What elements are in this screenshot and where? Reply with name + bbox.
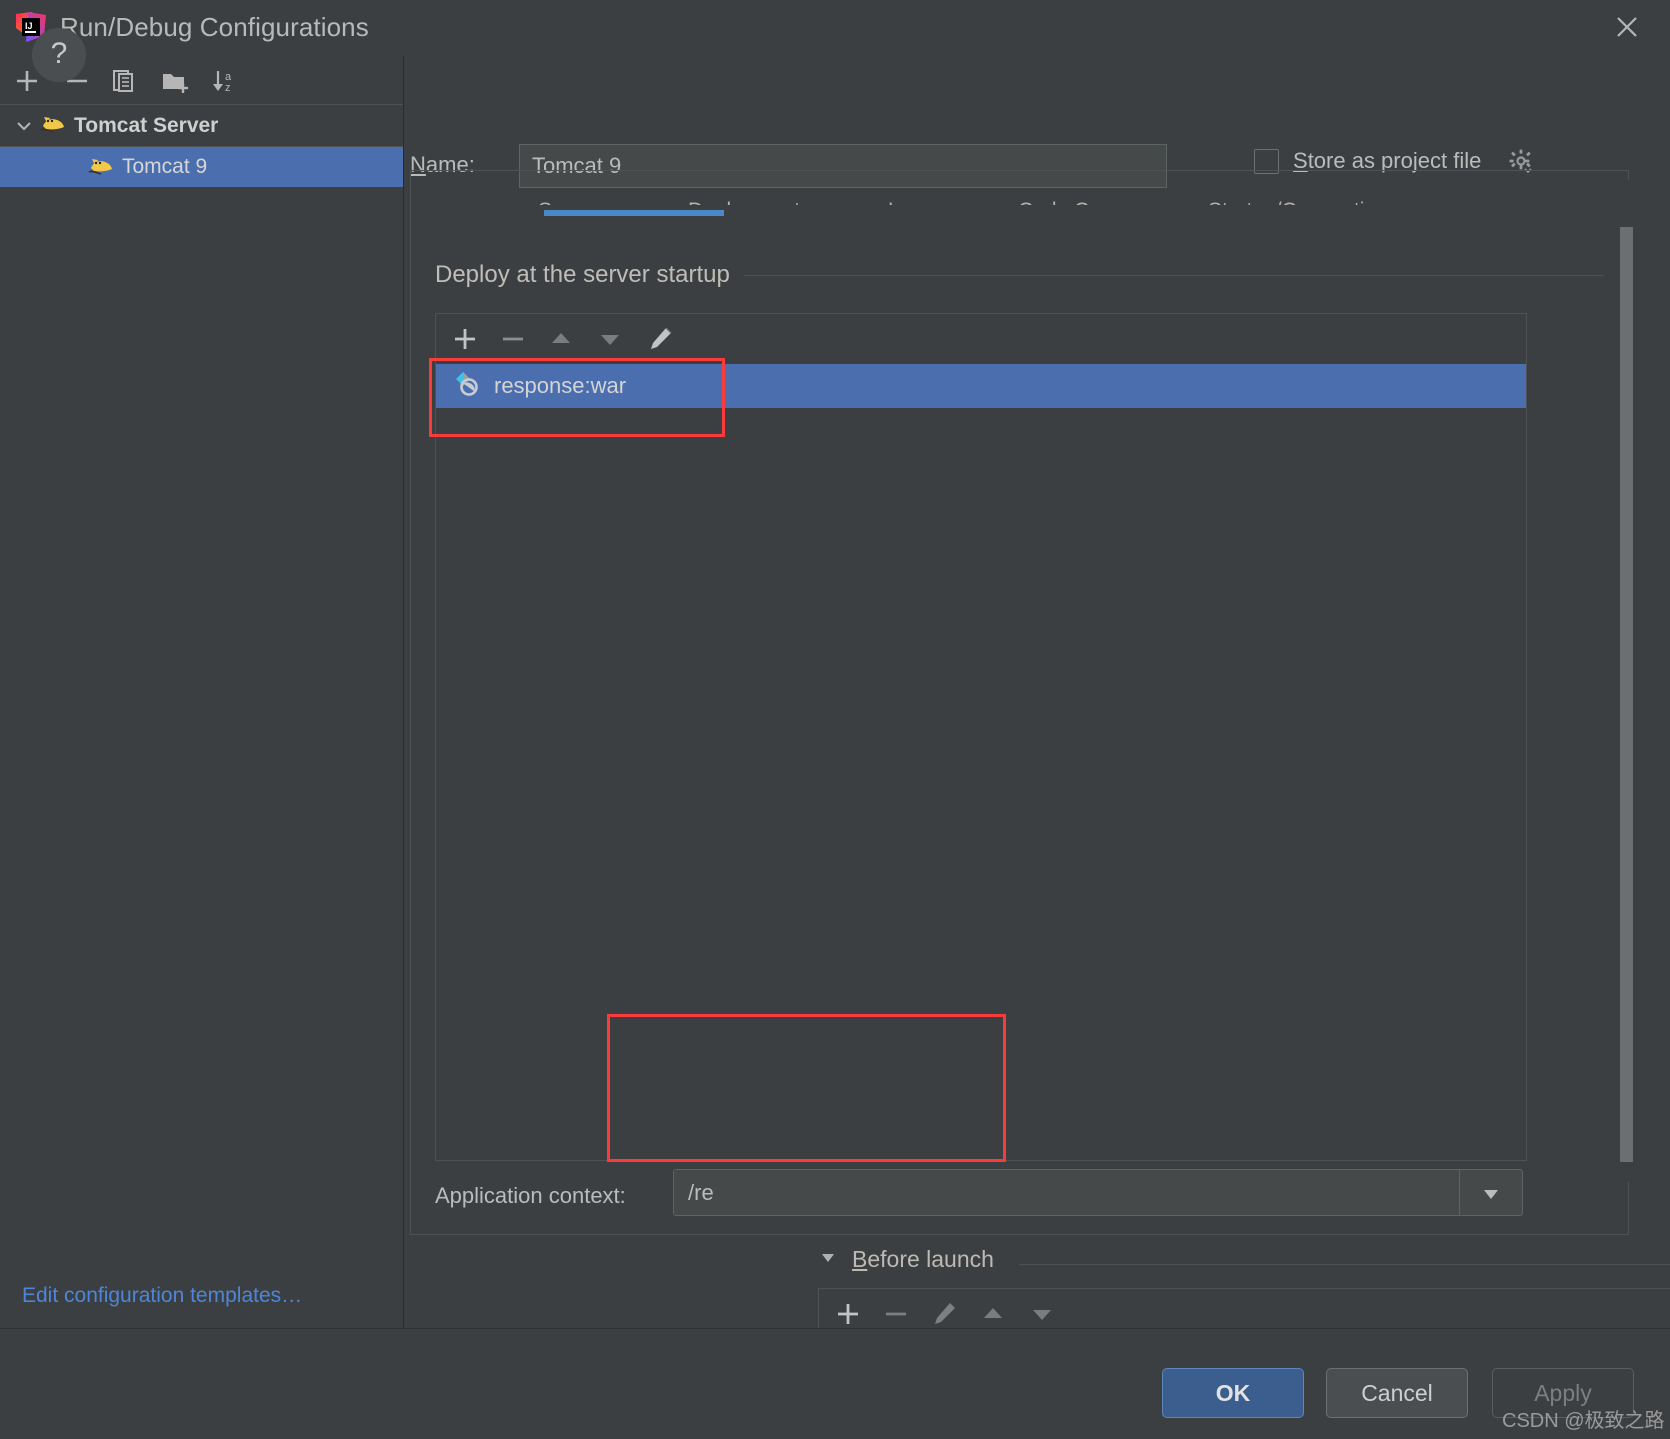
- before-launch-label: Before launch: [852, 1246, 994, 1272]
- deploy-group-title: Deploy at the server startup: [435, 261, 744, 289]
- dialog-titlebar: IJ Run/Debug Configurations: [0, 0, 1670, 56]
- folder-add-icon[interactable]: [156, 62, 194, 100]
- svg-text:IJ: IJ: [25, 21, 33, 31]
- tab-startup-connection[interactable]: Startup/Connection: [1208, 200, 1388, 205]
- pencil-icon[interactable]: [641, 320, 679, 358]
- close-icon[interactable]: [1608, 8, 1646, 46]
- before-launch-header[interactable]: Before launch: [818, 1246, 994, 1273]
- question-mark-icon: ?: [50, 37, 68, 70]
- edit-configuration-templates-link[interactable]: Edit configuration templates…: [22, 1284, 302, 1308]
- svg-text:z: z: [225, 82, 231, 94]
- configuration-tabs: Server Deployment Logs Code Coverage Sta…: [418, 171, 1628, 227]
- run-debug-configurations-dialog: IJ Run/Debug Configurations a z Tomcat S…: [0, 0, 1670, 1439]
- copy-icon[interactable]: [106, 62, 144, 100]
- tab-content-frame: Server Deployment Logs Code Coverage Sta…: [410, 170, 1629, 1235]
- cancel-button[interactable]: Cancel: [1326, 1368, 1468, 1418]
- application-context-label: Application context:: [435, 1183, 626, 1208]
- list-item[interactable]: response:war: [436, 364, 1526, 408]
- ok-button[interactable]: OK: [1162, 1368, 1304, 1418]
- dialog-title: Run/Debug Configurations: [60, 12, 369, 42]
- list-item-label: response:war: [494, 373, 627, 398]
- sidebar-item-tomcat-9[interactable]: Tomcat 9: [0, 147, 403, 187]
- configuration-editor-panel: Name: Store as project file: [404, 56, 1670, 1385]
- chevron-down-icon[interactable]: [1460, 1170, 1522, 1215]
- tab-logs[interactable]: Logs: [888, 200, 934, 205]
- artifact-war-icon: [452, 369, 482, 404]
- tomcat-cat-icon: [88, 154, 114, 181]
- add-artifact-button[interactable]: [446, 320, 484, 358]
- tree-node-tomcat-server[interactable]: Tomcat Server: [0, 105, 403, 147]
- configurations-sidebar: a z Tomcat Server Tomcat 9 Edit configur…: [0, 56, 404, 1328]
- sidebar-item-label: Tomcat 9: [122, 155, 208, 178]
- tab-deployment[interactable]: Deployment: [688, 200, 800, 205]
- remove-artifact-button[interactable]: [494, 320, 532, 358]
- before-launch-separator-line: [1019, 1264, 1670, 1265]
- tree-node-label: Tomcat Server: [74, 113, 219, 137]
- triangle-down-icon[interactable]: [818, 1247, 838, 1272]
- tab-code-coverage[interactable]: Code Coverage: [1018, 200, 1165, 205]
- sort-alpha-icon[interactable]: a z: [204, 62, 242, 100]
- tab-server[interactable]: Server: [538, 200, 600, 205]
- vertical-scrollbar-track[interactable]: [1616, 180, 1638, 1182]
- chevron-down-icon[interactable]: [12, 116, 36, 136]
- application-context-input[interactable]: [674, 1170, 1460, 1215]
- application-context-combobox[interactable]: [673, 1169, 1523, 1216]
- deployment-toolbar: [436, 314, 1526, 364]
- active-tab-underline: [544, 210, 724, 216]
- vertical-scrollbar-thumb[interactable]: [1620, 227, 1633, 1162]
- help-button[interactable]: ?: [32, 28, 86, 82]
- watermark-text: CSDN @极致之路: [1502, 1410, 1665, 1432]
- triangle-down-icon[interactable]: [591, 320, 629, 358]
- deployment-artifacts-list: response:war: [435, 313, 1527, 1161]
- tomcat-cat-icon: [40, 112, 66, 139]
- triangle-up-icon[interactable]: [542, 320, 580, 358]
